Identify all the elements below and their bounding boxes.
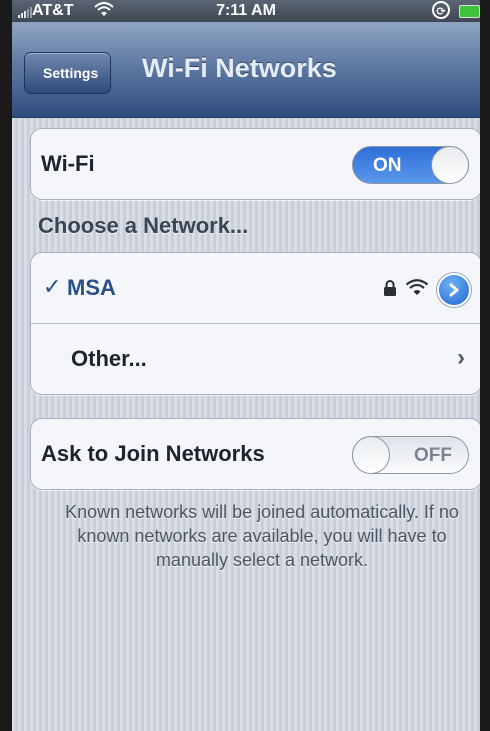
network-row-other[interactable]: Other... › [31,323,480,394]
ask-to-join-group: Ask to Join Networks OFF [30,418,480,490]
choose-network-header: Choose a Network... [38,213,249,238]
checkmark-icon: ✓ [43,274,62,299]
other-network-label: Other... [71,346,147,371]
wifi-toggle-state: ON [373,155,402,176]
ask-to-join-label: Ask to Join Networks [41,441,265,466]
status-time: 7:11 AM [216,2,276,19]
wifi-row: Wi-Fi ON [31,129,480,199]
toggle-knob [352,436,390,474]
toggle-knob [431,146,469,184]
network-row-msa[interactable]: ✓ MSA [31,253,480,323]
wifi-label: Wi-Fi [41,151,95,176]
back-button-label: Settings [43,65,99,81]
detail-disclosure-icon[interactable] [437,273,471,307]
page-title: Wi-Fi Networks [142,53,337,83]
ask-to-join-toggle-state: OFF [414,445,452,466]
rotation-lock-icon: ⟳ [432,1,450,19]
wifi-group: Wi-Fi ON [30,128,480,200]
ask-to-join-row: Ask to Join Networks OFF [31,419,480,489]
network-list: ✓ MSA Other... › [30,252,480,395]
phone-screen: AT&T 7:11 AM ⟳ Settings Wi-Fi Networks W… [12,0,480,731]
ask-to-join-toggle[interactable]: OFF [352,436,469,474]
wifi-toggle[interactable]: ON [352,146,469,184]
lock-icon [383,279,397,302]
status-bar: AT&T 7:11 AM ⟳ [12,0,480,22]
footer-description: Known networks will be joined automatica… [65,502,459,570]
navigation-bar: Settings Wi-Fi Networks [12,22,480,118]
network-name: MSA [67,275,116,300]
wifi-signal-icon [405,278,429,302]
chevron-right-icon: › [457,344,465,371]
settings-back-button[interactable]: Settings [24,52,112,94]
battery-icon [459,5,480,18]
